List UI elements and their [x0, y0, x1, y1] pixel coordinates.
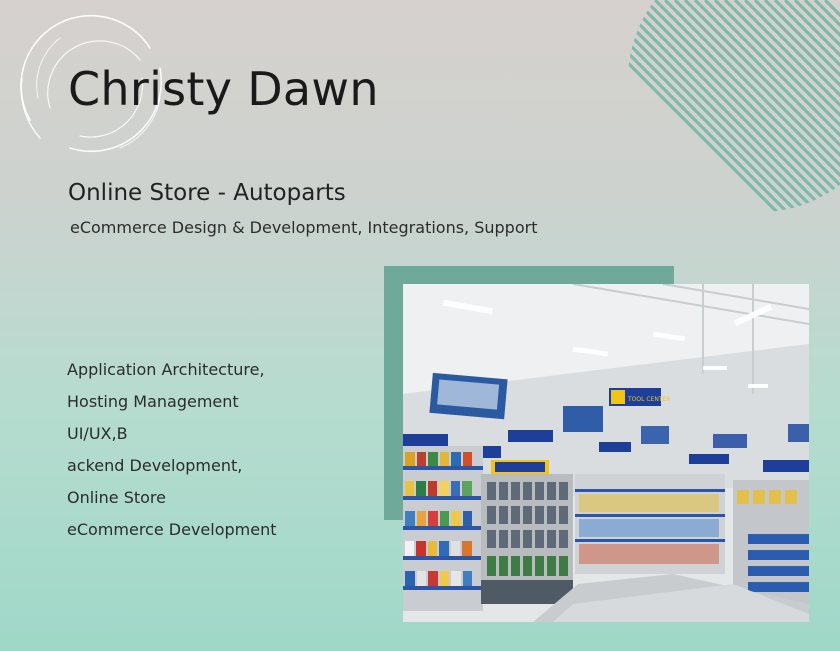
technology-item: UI/UX,B	[67, 424, 128, 443]
client-name: Christy Dawn	[68, 62, 379, 116]
store-illustration: TOOL CENTER	[403, 284, 809, 622]
technology-item: Online Store	[67, 488, 166, 507]
diagonal-stripes-decoration-icon	[628, 0, 840, 212]
project-services: eCommerce Design & Development, Integrat…	[70, 218, 538, 237]
technology-item: Application Architecture,	[67, 360, 265, 379]
technology-item: eCommerce Development	[67, 520, 277, 539]
tool-center-sign: TOOL CENTER	[627, 396, 670, 403]
technology-item: Hosting Management	[67, 392, 239, 411]
store-photo: TOOL CENTER	[403, 284, 809, 622]
technology-list: Application Architecture, Hosting Manage…	[67, 354, 276, 546]
technology-item: ackend Development,	[67, 456, 243, 475]
project-title: Online Store - Autoparts	[68, 180, 346, 206]
